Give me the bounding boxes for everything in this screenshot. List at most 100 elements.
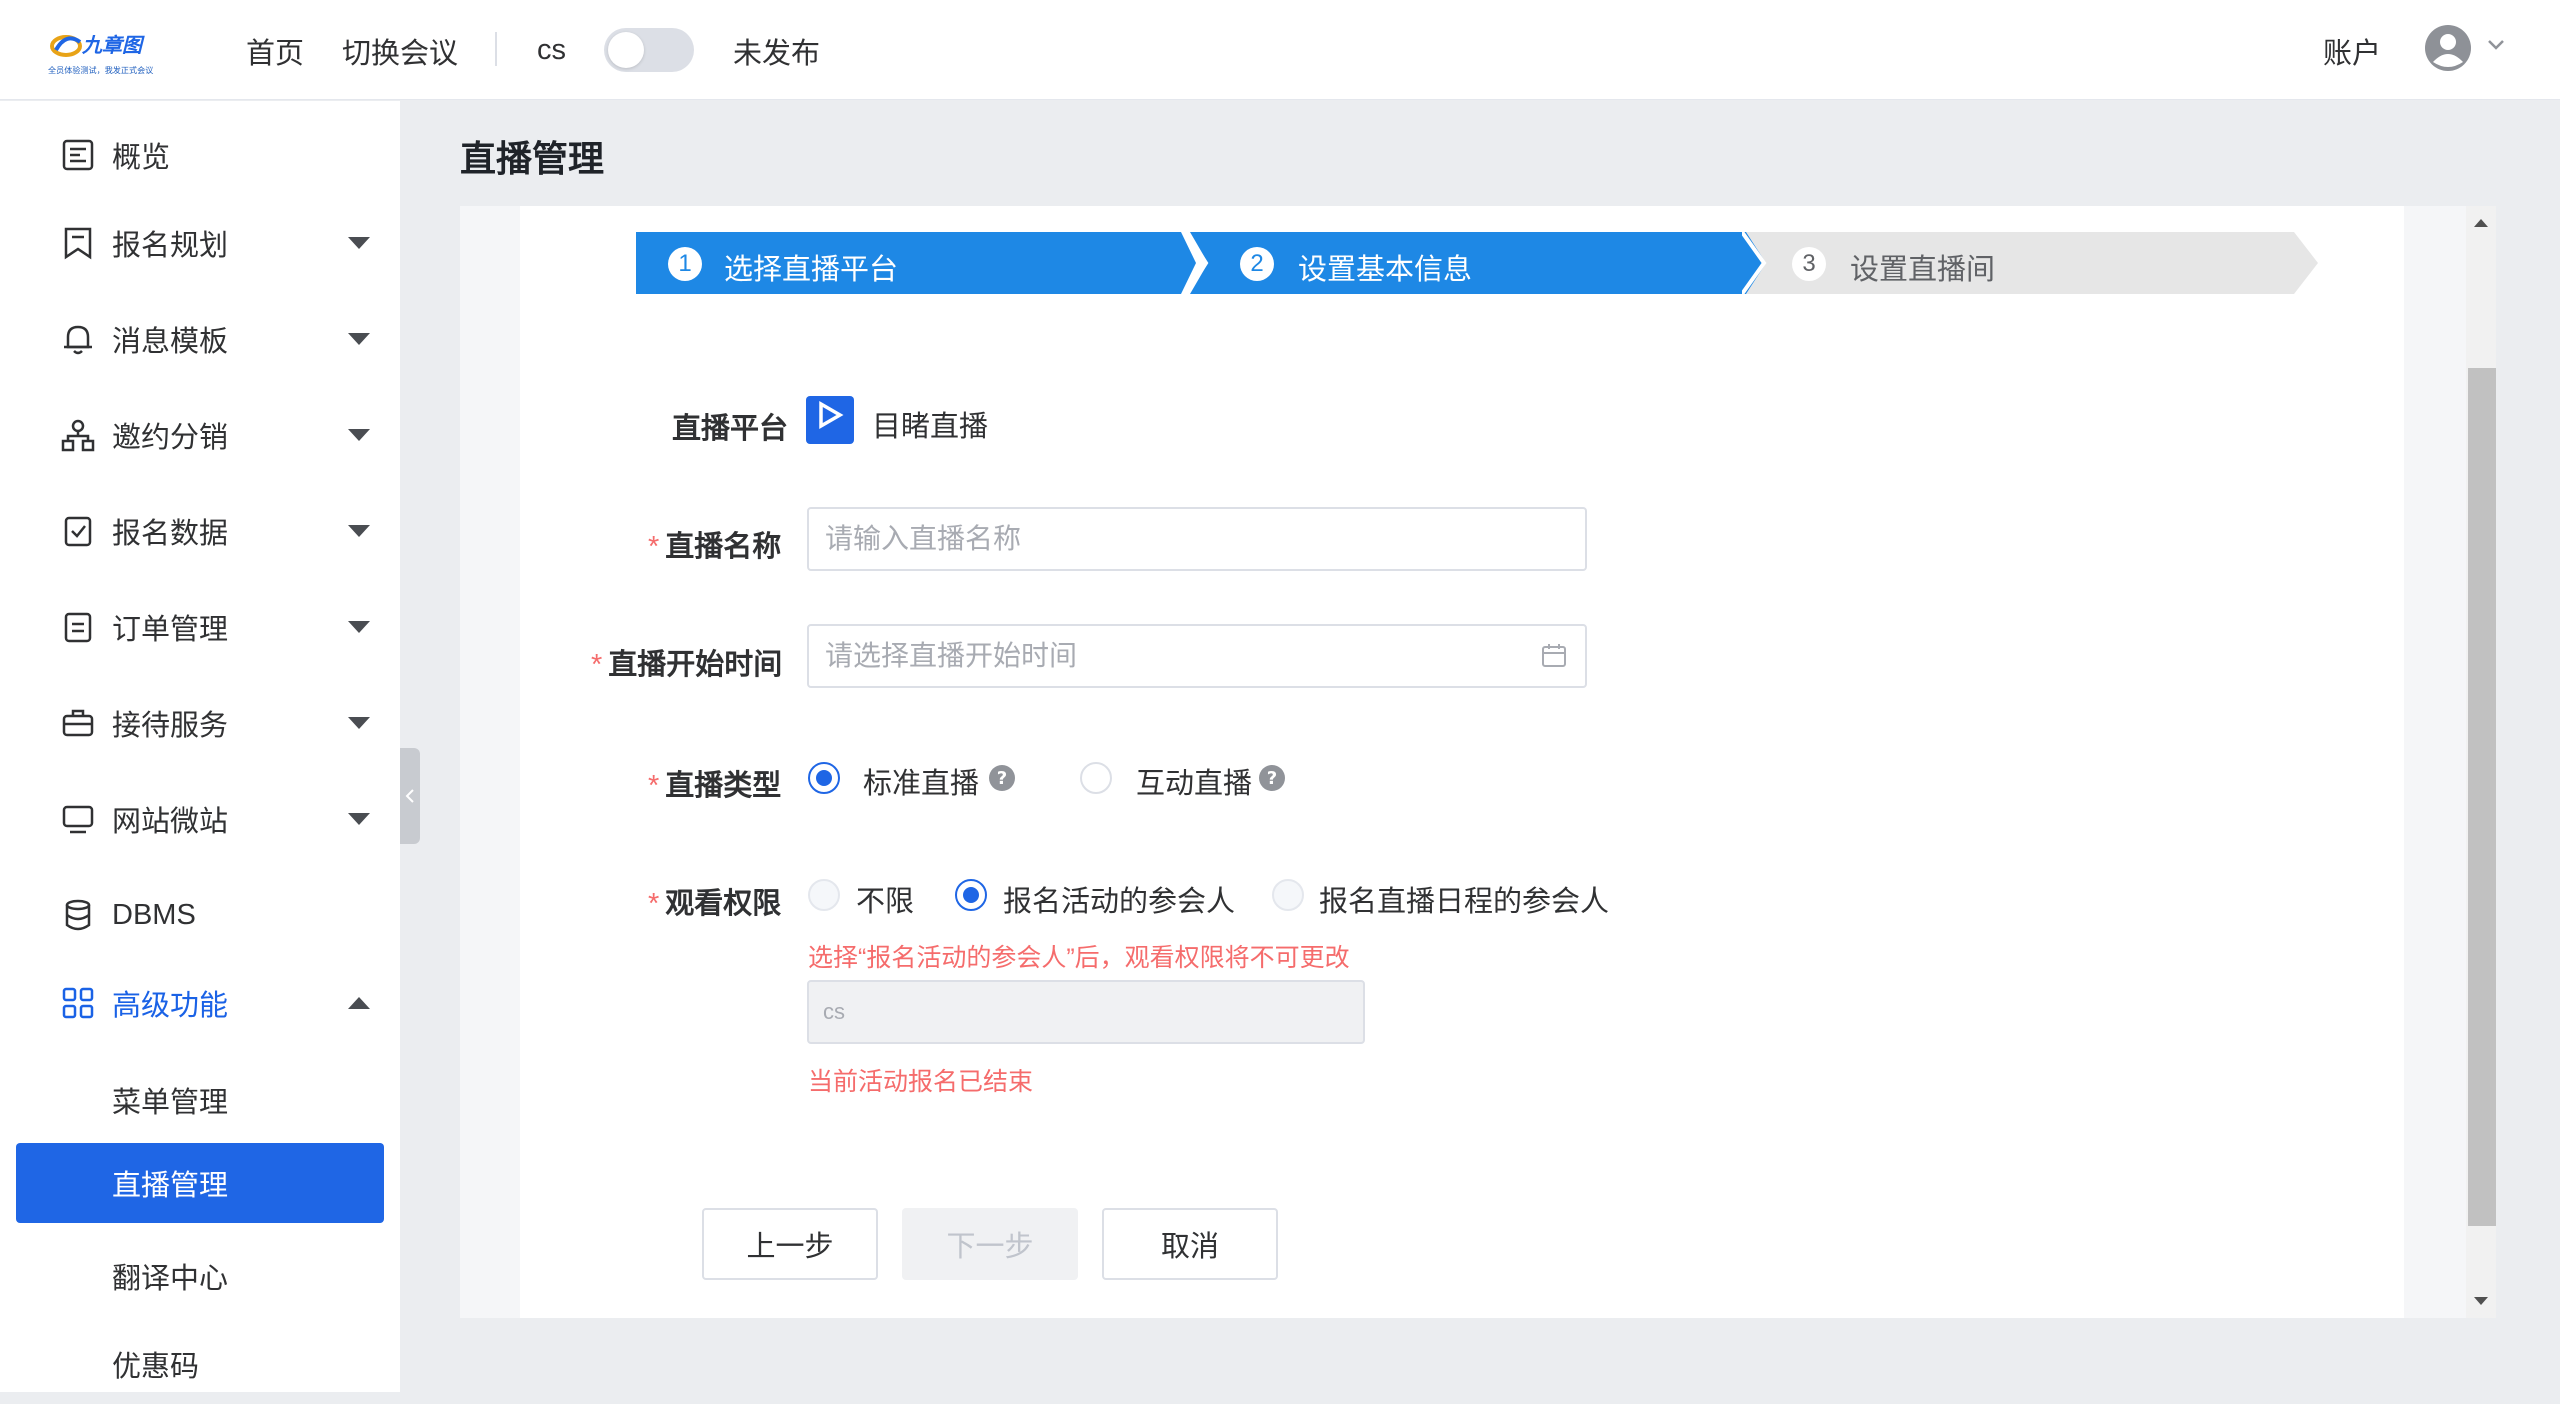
sidebar-item-label: 概览 — [112, 142, 171, 174]
prev-step-button[interactable]: 上一步 — [702, 1208, 878, 1280]
sidebar-item-website[interactable]: 网站微站 — [0, 784, 400, 854]
permission-warning: 选择“报名活动的参会人”后，观看权限将不可更改 — [808, 944, 1350, 972]
radio-standard-live[interactable] — [808, 762, 840, 794]
caret-down-icon — [348, 525, 370, 537]
toggle-knob — [608, 32, 644, 68]
sidebar-collapse-handle[interactable] — [400, 748, 420, 844]
publish-status: 未发布 — [733, 38, 821, 70]
name-label-text: 直播名称 — [665, 531, 782, 563]
database-icon — [65, 899, 91, 931]
sidebar-item-order-management[interactable]: 订单管理 — [0, 592, 400, 662]
step-label: 设置直播间 — [1850, 254, 1996, 286]
sidebar-item-overview[interactable]: 概览 — [0, 120, 400, 190]
permission-label-text: 观看权限 — [665, 888, 782, 920]
submenu-item-menu-management[interactable]: 菜单管理 — [16, 1060, 384, 1140]
calendar-icon[interactable] — [1540, 642, 1568, 670]
radio-permission-schedule-attendees-label[interactable]: 报名直播日程的参会人 — [1319, 878, 1609, 920]
caret-down-icon — [348, 621, 370, 633]
live-name-input[interactable] — [807, 507, 1587, 571]
form-card — [520, 206, 2404, 1318]
radio-permission-unlimited[interactable] — [808, 879, 840, 911]
overview-icon — [62, 139, 94, 171]
platform-logo — [806, 396, 854, 444]
sidebar-item-registration-data[interactable]: 报名数据 — [0, 496, 400, 566]
scroll-down-arrow-icon[interactable] — [2473, 1296, 2489, 1306]
radio-interactive-live[interactable] — [1080, 762, 1112, 794]
account-label[interactable]: 账户 — [2323, 30, 2381, 72]
submenu-item-label: 优惠码 — [112, 1351, 200, 1383]
bookmark-icon — [64, 227, 92, 260]
nav-home[interactable]: 首页 — [246, 30, 304, 72]
monitor-icon — [62, 805, 94, 834]
type-label: * 直播类型 — [648, 770, 782, 802]
platform-name: 目睹直播 — [872, 411, 989, 443]
radio-permission-event-attendees[interactable] — [955, 879, 987, 911]
sidebar-item-message-template[interactable]: 消息模板 — [0, 304, 400, 374]
help-icon[interactable]: ? — [988, 764, 1016, 792]
start-time-input[interactable] — [807, 624, 1587, 688]
sidebar-item-reception[interactable]: 接待服务 — [0, 688, 400, 758]
page-title: 直播管理 — [460, 138, 605, 179]
caret-up-icon — [348, 997, 370, 1009]
grid-icon — [62, 987, 94, 1019]
type-label-text: 直播类型 — [665, 770, 782, 802]
step-label: 设置基本信息 — [1298, 254, 1473, 286]
conference-code: cs — [537, 34, 566, 66]
caret-down-icon — [348, 237, 370, 249]
start-time-label-text: 直播开始时间 — [608, 649, 783, 681]
sidebar-item-registration-plan[interactable]: 报名规划 — [0, 208, 400, 278]
sidebar-item-label: 高级功能 — [112, 990, 229, 1022]
sidebar-item-advanced[interactable]: 高级功能 — [0, 968, 400, 1038]
radio-permission-event-attendees-label[interactable]: 报名活动的参会人 — [1003, 878, 1235, 920]
help-icon[interactable]: ? — [1258, 764, 1286, 792]
briefcase-icon — [62, 709, 94, 737]
radio-permission-schedule-attendees[interactable] — [1272, 879, 1304, 911]
platform-label: 直播平台 — [672, 413, 789, 445]
chevron-down-icon[interactable] — [2486, 38, 2506, 52]
brand-logo[interactable]: 九章图 全员体验测试，我发正式会议 — [48, 26, 168, 76]
nav-switch-meeting[interactable]: 切换会议 — [342, 30, 458, 72]
next-step-button[interactable]: 下一步 — [902, 1208, 1078, 1280]
sidebar-item-label: 接待服务 — [112, 710, 229, 742]
permission-label: * 观看权限 — [648, 888, 782, 920]
svg-text:?: ? — [1267, 768, 1277, 789]
avatar-icon[interactable] — [2424, 24, 2472, 72]
radio-permission-unlimited-label[interactable]: 不限 — [856, 878, 914, 920]
sidebar-item-invitation[interactable]: 邀约分销 — [0, 400, 400, 470]
publish-toggle[interactable] — [604, 28, 694, 72]
submenu-item-live-management[interactable]: 直播管理 — [16, 1143, 384, 1223]
sidebar-item-label: 网站微站 — [112, 806, 229, 838]
check-clipboard-icon — [64, 516, 92, 547]
list-document-icon — [64, 612, 92, 643]
name-label: * 直播名称 — [648, 531, 782, 563]
event-select-disabled: cs — [807, 980, 1365, 1044]
sidebar: 概览 报名规划 消息模板 邀约分销 报名数据 订单管理 接待服务 网站微站 DB… — [0, 101, 400, 1392]
submenu-item-label: 直播管理 — [112, 1170, 229, 1202]
chevron-left-icon — [405, 789, 414, 803]
submenu-item-translation-center[interactable]: 翻译中心 — [16, 1236, 384, 1316]
scrollbar-thumb[interactable] — [2468, 368, 2496, 1226]
caret-down-icon — [348, 429, 370, 441]
svg-text:?: ? — [997, 768, 1007, 789]
top-bar: 九章图 全员体验测试，我发正式会议 首页 切换会议 cs 未发布 账户 — [0, 0, 2560, 100]
step-select-platform: 1 选择直播平台 — [636, 232, 1196, 294]
sidebar-item-label: 报名数据 — [112, 518, 229, 550]
sidebar-item-dbms[interactable]: DBMS — [0, 880, 400, 950]
nav-divider — [495, 32, 497, 66]
sidebar-item-label: 订单管理 — [112, 614, 229, 646]
step-number: 1 — [668, 247, 702, 281]
sidebar-item-label: DBMS — [112, 898, 196, 931]
radio-interactive-live-label[interactable]: 互动直播 — [1136, 760, 1252, 802]
submenu-item-coupon-code[interactable]: 优惠码 — [16, 1324, 384, 1404]
submenu-item-label: 菜单管理 — [112, 1087, 229, 1119]
scroll-up-arrow-icon[interactable] — [2473, 218, 2489, 228]
sidebar-item-label: 报名规划 — [112, 230, 229, 262]
step-label: 选择直播平台 — [724, 254, 899, 286]
caret-down-icon — [348, 717, 370, 729]
sidebar-item-label: 消息模板 — [112, 326, 229, 358]
start-time-label: * 直播开始时间 — [591, 649, 783, 681]
radio-standard-live-label[interactable]: 标准直播 — [863, 760, 979, 802]
step-number: 3 — [1792, 247, 1826, 281]
cancel-button[interactable]: 取消 — [1102, 1208, 1278, 1280]
bell-icon — [64, 325, 92, 355]
